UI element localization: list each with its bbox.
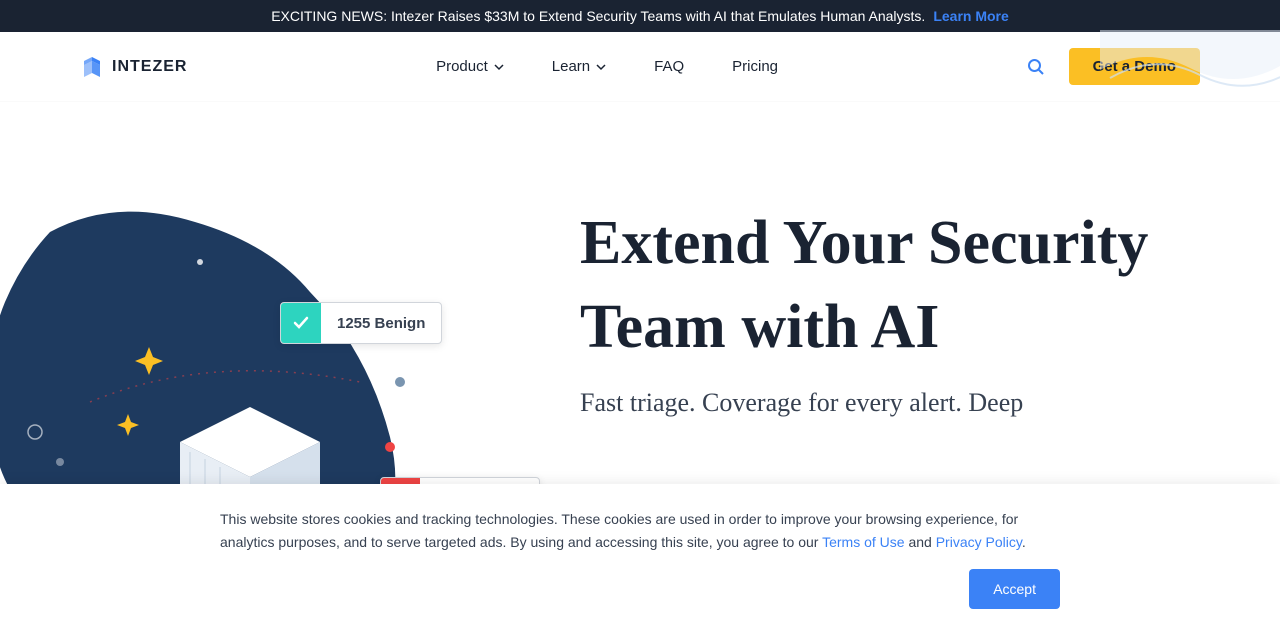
nav-links: Product Learn FAQ Pricing	[436, 58, 778, 75]
cookie-text: This website stores cookies and tracking…	[220, 508, 1060, 553]
chevron-down-icon	[494, 62, 504, 72]
decoration-wave	[1100, 30, 1280, 110]
logo[interactable]: INTEZER	[80, 55, 187, 79]
cookie-and: and	[905, 534, 936, 550]
benign-badge: 1255 Benign	[280, 302, 442, 344]
benign-badge-text: 1255 Benign	[321, 315, 441, 332]
logo-text: INTEZER	[112, 58, 187, 76]
nav-pricing[interactable]: Pricing	[732, 58, 778, 75]
cookie-banner: This website stores cookies and tracking…	[0, 484, 1280, 633]
nav-product[interactable]: Product	[436, 58, 504, 75]
check-icon	[281, 303, 321, 343]
logo-icon	[80, 55, 104, 79]
announcement-bar: EXCITING NEWS: Intezer Raises $33M to Ex…	[0, 0, 1280, 32]
nav-faq[interactable]: FAQ	[654, 58, 684, 75]
search-icon[interactable]	[1027, 58, 1045, 76]
nav-learn[interactable]: Learn	[552, 58, 606, 75]
nav-product-label: Product	[436, 58, 488, 75]
nav-faq-label: FAQ	[654, 58, 684, 75]
cookie-period: .	[1022, 534, 1026, 550]
privacy-link[interactable]: Privacy Policy	[936, 534, 1022, 550]
nav-learn-label: Learn	[552, 58, 590, 75]
hero-title: Extend Your Security Team with AI	[580, 202, 1240, 369]
accept-button[interactable]: Accept	[969, 569, 1060, 609]
nav-pricing-label: Pricing	[732, 58, 778, 75]
announcement-text: EXCITING NEWS: Intezer Raises $33M to Ex…	[271, 8, 925, 24]
navbar: INTEZER Product Learn FAQ Pricing Get a …	[0, 32, 1280, 102]
cookie-actions: Accept	[220, 569, 1060, 609]
terms-link[interactable]: Terms of Use	[822, 534, 904, 550]
hero-subtitle: Fast triage. Coverage for every alert. D…	[580, 385, 1240, 421]
chevron-down-icon	[596, 62, 606, 72]
learn-more-link[interactable]: Learn More	[933, 8, 1008, 24]
